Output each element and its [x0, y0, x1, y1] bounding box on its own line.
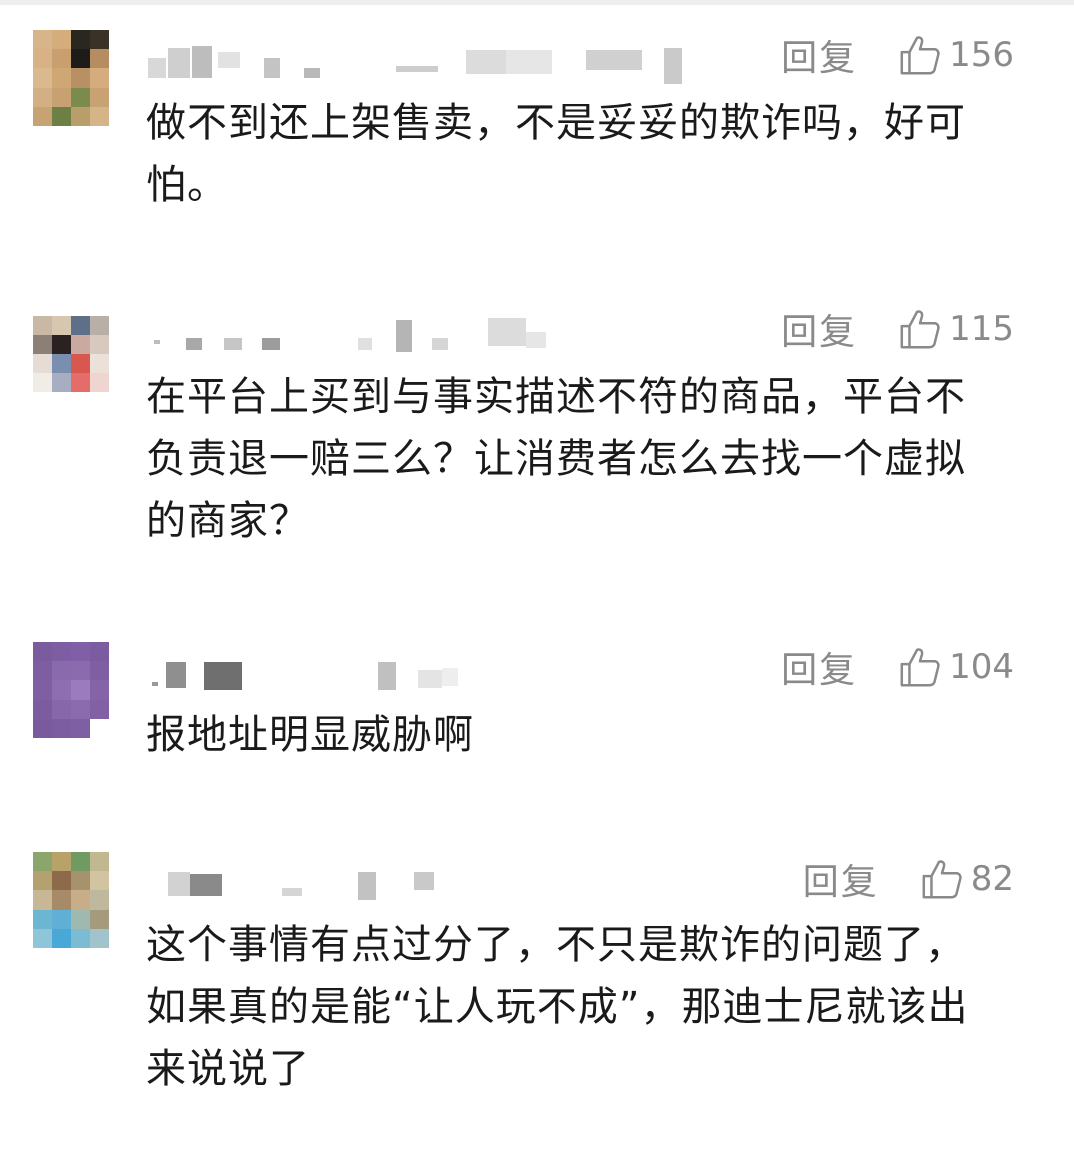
like-button[interactable]: 82: [919, 856, 1014, 902]
like-button[interactable]: 115: [897, 306, 1014, 352]
like-count: 82: [970, 859, 1014, 899]
thumbs-up-icon: [900, 648, 940, 687]
like-button[interactable]: 104: [897, 644, 1014, 690]
avatar[interactable]: [33, 316, 109, 396]
comment-text: 这个事情有点过分了，不只是欺诈的问题了，如果真的是能“让人玩不成”，那迪士尼就该…: [146, 922, 969, 1092]
avatar[interactable]: [33, 642, 109, 738]
reply-button[interactable]: 回复: [803, 853, 879, 905]
reply-button[interactable]: 回复: [781, 303, 857, 355]
comment-actions: 回复 82: [803, 854, 1014, 904]
thumbs-up-icon: [900, 36, 940, 75]
reply-button[interactable]: 回复: [781, 641, 857, 693]
comment-actions: 回复 115: [781, 304, 1014, 354]
username-redacted[interactable]: [146, 42, 682, 84]
comment-text: 报地址明显威胁啊: [146, 712, 474, 758]
avatar[interactable]: [33, 30, 109, 126]
comment-list-page: 回复 156 做不到还上架售卖，不是妥妥的欺诈吗，好可怕。 回复 115 在平台…: [0, 0, 1074, 1157]
comment-text: 在平台上买到与事实描述不符的商品，平台不负责退一赔三么？让消费者怎么去找一个虚拟…: [146, 374, 966, 544]
like-count: 104: [949, 647, 1014, 687]
username-redacted[interactable]: [146, 318, 566, 358]
comment-actions: 回复 104: [781, 642, 1014, 692]
thumbs-up-icon: [900, 310, 940, 349]
like-button[interactable]: 156: [897, 32, 1014, 78]
thumbs-up-icon: [922, 860, 962, 899]
username-redacted[interactable]: [146, 866, 566, 906]
username-redacted[interactable]: [146, 656, 566, 696]
reply-button[interactable]: 回复: [781, 29, 857, 81]
comment-text: 做不到还上架售卖，不是妥妥的欺诈吗，好可怕。: [146, 100, 966, 208]
avatar[interactable]: [33, 852, 109, 948]
top-divider: [0, 0, 1074, 5]
like-count: 115: [949, 309, 1014, 349]
like-count: 156: [949, 35, 1014, 75]
comment-actions: 回复 156: [781, 30, 1014, 80]
